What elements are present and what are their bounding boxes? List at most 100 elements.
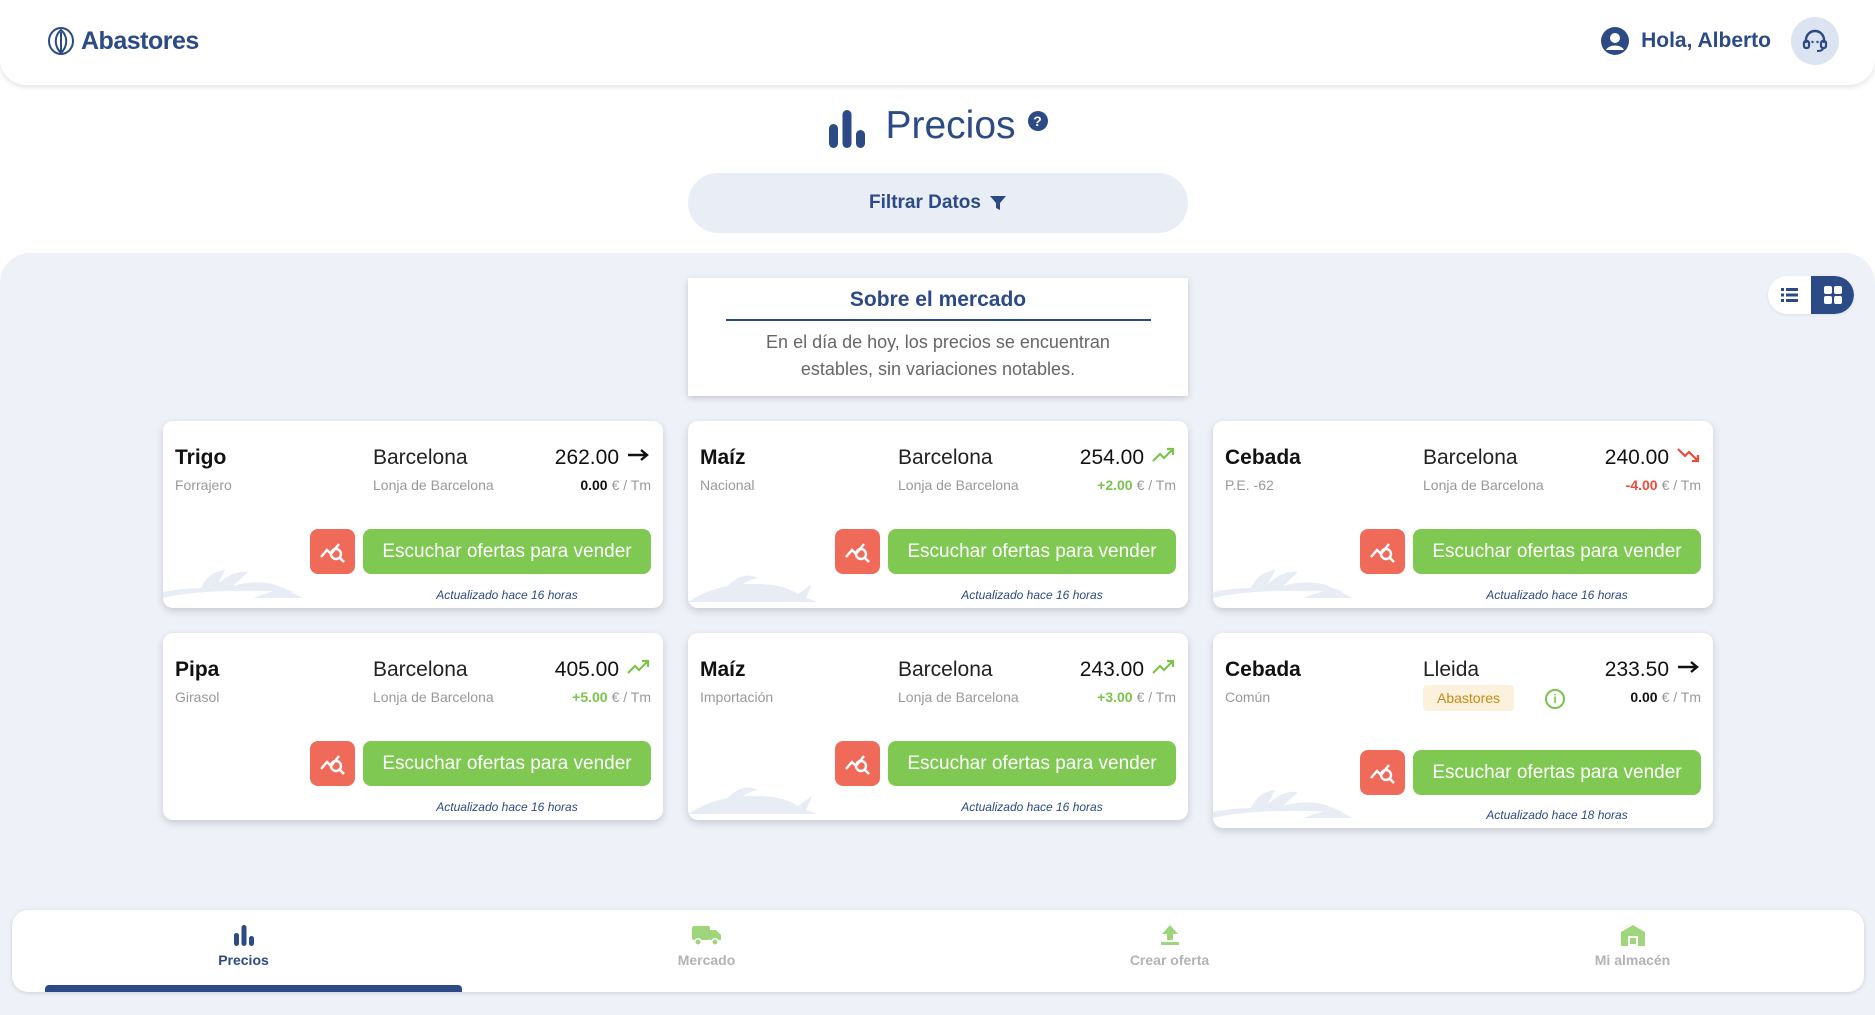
market-lonja: Lonja de Barcelona xyxy=(373,689,494,705)
chart-search-icon xyxy=(1369,542,1395,563)
market-divider xyxy=(725,319,1151,321)
product-variety: Común xyxy=(1225,689,1271,705)
filter-label: Filtrar Datos xyxy=(869,192,981,213)
support-button[interactable] xyxy=(1791,17,1839,65)
price-unit: € / Tm xyxy=(1136,689,1176,705)
updated-time: Actualizado hace 16 horas xyxy=(1486,588,1628,602)
price-card[interactable]: Maíz Nacional Barcelona Lonja de Barcelo… xyxy=(688,421,1188,608)
market-title: Sobre el mercado xyxy=(849,288,1027,311)
price-card[interactable]: Cebada Común Lleida Abastores i 233.50 0… xyxy=(1213,633,1713,828)
price-value: 233.50 xyxy=(1604,658,1669,681)
info-icon[interactable]: i xyxy=(1545,689,1565,709)
nav-label: Mercado xyxy=(677,952,736,968)
analyze-button[interactable] xyxy=(1360,750,1405,795)
listen-offers-button[interactable]: Escuchar ofertas para vender xyxy=(363,741,651,786)
product-variety: Importación xyxy=(700,689,774,705)
price-unit: € / Tm xyxy=(1136,477,1176,493)
product-name: Cebada xyxy=(1225,658,1301,681)
market-lonja: Lonja de Barcelona xyxy=(898,477,1019,493)
market-lonja: Lonja de Barcelona xyxy=(1423,477,1544,493)
trend-down-icon xyxy=(1677,448,1700,463)
grid-view-button[interactable] xyxy=(1811,276,1854,314)
trend-flat-icon xyxy=(628,449,649,461)
leaf-logo-icon xyxy=(48,27,74,55)
price-card[interactable]: Trigo Forrajero Barcelona Lonja de Barce… xyxy=(163,421,663,608)
analyze-button[interactable] xyxy=(835,529,880,574)
bar-chart-icon xyxy=(829,109,866,148)
listen-offers-button[interactable]: Escuchar ofertas para vender xyxy=(363,529,651,574)
user-menu[interactable]: Hola, Alberto xyxy=(1601,17,1839,65)
chart-search-icon xyxy=(319,542,345,563)
product-name: Cebada xyxy=(1225,446,1301,469)
analyze-button[interactable] xyxy=(835,741,880,786)
listen-offers-button[interactable]: Escuchar ofertas para vender xyxy=(1413,529,1701,574)
market-city: Barcelona xyxy=(1423,446,1518,469)
user-greeting: Hola, Alberto xyxy=(1641,29,1771,52)
updated-time: Actualizado hace 16 horas xyxy=(961,800,1103,814)
price-change: 0.00 € / Tm xyxy=(1630,689,1701,705)
wheat-watermark-icon xyxy=(1213,570,1353,598)
help-icon[interactable]: ? xyxy=(1027,111,1048,131)
bottom-nav: Precios Mercado Crear oferta Mi almacén xyxy=(12,910,1864,992)
nav-item-crear-oferta[interactable]: Crear oferta xyxy=(938,910,1401,992)
price-card[interactable]: Pipa Girasol Barcelona Lonja de Barcelon… xyxy=(163,633,663,820)
price-unit: € / Tm xyxy=(611,689,651,705)
analyze-button[interactable] xyxy=(310,741,355,786)
change-value: +2.00 xyxy=(1097,477,1133,493)
chart-search-icon xyxy=(319,754,345,775)
price-unit: € / Tm xyxy=(1661,689,1701,705)
market-city: Barcelona xyxy=(898,658,993,681)
price-card[interactable]: Cebada P.E. -62 Barcelona Lonja de Barce… xyxy=(1213,421,1713,608)
list-view-button[interactable] xyxy=(1768,276,1811,314)
market-lonja: Lonja de Barcelona xyxy=(898,689,1019,705)
nav-label: Precios xyxy=(218,952,269,968)
product-name: Maíz xyxy=(700,658,746,681)
price-value: 405.00 xyxy=(554,658,619,681)
change-value: +3.00 xyxy=(1097,689,1133,705)
upload-icon xyxy=(1160,925,1179,945)
filter-data-button[interactable]: Filtrar Datos xyxy=(688,173,1188,233)
price-change: +2.00 € / Tm xyxy=(1097,477,1176,493)
grid-icon xyxy=(1823,286,1842,304)
listen-offers-button[interactable]: Escuchar ofertas para vender xyxy=(1413,750,1701,795)
logo-text: Abastores xyxy=(81,26,199,55)
price-change: +5.00 € / Tm xyxy=(572,689,651,705)
product-name: Maíz xyxy=(700,446,746,469)
price-change: +3.00 € / Tm xyxy=(1097,689,1176,705)
nav-item-mi-almacen[interactable]: Mi almacén xyxy=(1401,910,1864,992)
product-name: Pipa xyxy=(175,658,220,681)
user-avatar-icon xyxy=(1601,27,1630,55)
analyze-button[interactable] xyxy=(310,529,355,574)
headset-icon xyxy=(1802,29,1828,52)
analyze-button[interactable] xyxy=(1360,529,1405,574)
title-row: Precios ? xyxy=(0,104,1875,153)
funnel-icon xyxy=(989,196,1006,210)
listen-offers-button[interactable]: Escuchar ofertas para vender xyxy=(888,741,1176,786)
top-header: Abastores Hola, Alberto xyxy=(0,0,1875,85)
truck-icon xyxy=(691,926,721,946)
page-title: Precios xyxy=(885,104,1016,147)
product-variety: Nacional xyxy=(700,477,755,493)
updated-time: Actualizado hace 18 horas xyxy=(1486,808,1628,822)
view-toggle[interactable] xyxy=(1768,276,1854,314)
listen-offers-button[interactable]: Escuchar ofertas para vender xyxy=(888,529,1176,574)
product-name: Trigo xyxy=(175,446,227,469)
nav-item-mercado[interactable]: Mercado xyxy=(475,910,938,992)
nav-item-precios[interactable]: Precios xyxy=(12,910,475,992)
source-badge: Abastores xyxy=(1423,685,1515,711)
logo[interactable]: Abastores xyxy=(47,26,199,56)
product-variety: Forrajero xyxy=(175,477,232,493)
chart-search-icon xyxy=(844,542,870,563)
active-tab-indicator xyxy=(45,985,462,992)
trend-up-icon xyxy=(627,659,650,674)
chart-search-icon xyxy=(844,754,870,775)
product-variety: P.E. -62 xyxy=(1225,477,1274,493)
market-lonja: Lonja de Barcelona xyxy=(373,477,494,493)
price-unit: € / Tm xyxy=(611,477,651,493)
updated-time: Actualizado hace 16 horas xyxy=(436,588,578,602)
price-card[interactable]: Maíz Importación Barcelona Lonja de Barc… xyxy=(688,633,1188,820)
trend-up-icon xyxy=(1152,659,1175,674)
change-value: 0.00 xyxy=(580,477,608,493)
market-city: Lleida xyxy=(1423,658,1480,681)
price-value: 262.00 xyxy=(554,446,619,469)
